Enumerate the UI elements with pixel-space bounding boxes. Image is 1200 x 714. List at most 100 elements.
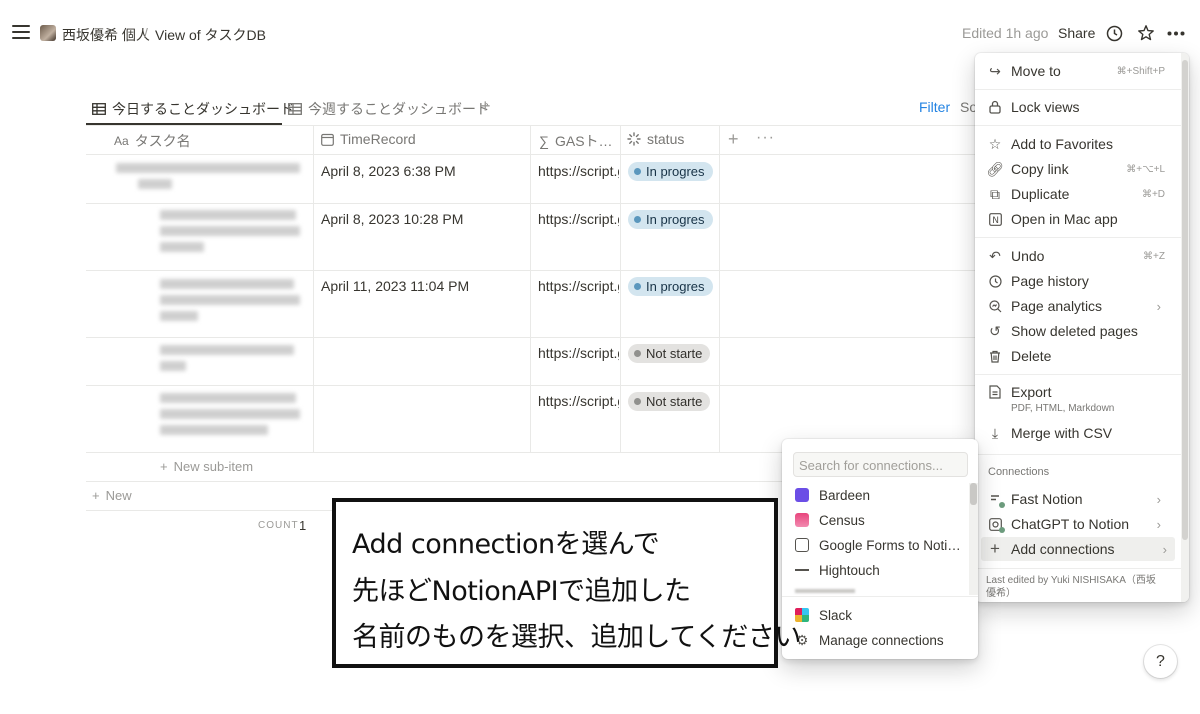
redacted-task-name [116,163,300,189]
new-row-label: New [105,488,132,503]
menu-item-label: Merge with CSV [1011,425,1113,441]
sidebar-toggle-icon[interactable] [12,25,30,39]
column-header-label: GASト… [554,133,613,149]
tab-week-dashboard[interactable]: 今週することダッシュボード [288,99,490,119]
header-bottom-border [86,154,976,155]
menu-item-fast-notion[interactable]: Fast Notion › [975,487,1175,511]
table-view-icon [288,103,302,115]
menu-item-copy-link[interactable]: 🔗︎ Copy link ⌘+⌥+L [975,157,1175,181]
menu-item-label: Add connections [1011,541,1115,557]
plus-icon: + [92,488,100,503]
column-header-label: TimeRecord [340,131,416,147]
connections-scrollbar-thumb[interactable] [970,483,977,505]
new-row-button[interactable]: + New [92,488,132,503]
gas-url-cell[interactable]: https://script.g [538,278,619,294]
connection-item-google-forms[interactable]: Google Forms to Noti… [782,534,961,556]
chevron-right-icon: › [1156,491,1161,507]
search-placeholder: Search for connections... [799,458,943,473]
menu-item-label: ChatGPT to Notion [1011,516,1130,532]
connections-search-input[interactable]: Search for connections... [793,452,968,477]
tab-label: 今日することダッシュボード [112,101,294,117]
breadcrumb-workspace[interactable]: 西坂優希 個人 [62,25,150,45]
time-record-cell[interactable]: April 11, 2023 11:04 PM [321,278,469,294]
menu-item-page-analytics[interactable]: Page analytics › [975,294,1175,318]
filter-button[interactable]: Filter [919,99,950,115]
last-edited-line: 優希） [986,588,1016,599]
connection-item-hightouch[interactable]: Hightouch [782,559,880,581]
status-badge[interactable]: Not starte [628,344,711,363]
shortcut-label: ⌘+⌥+L [1126,163,1165,175]
status-dot [634,283,641,290]
menu-item-export[interactable]: Export [975,380,1175,404]
bardeen-logo-icon [795,488,809,502]
new-sub-item-button[interactable]: + New sub-item [160,459,253,474]
status-badge[interactable]: In progres [628,210,713,229]
column-header-gas[interactable]: ∑ GASト… [539,131,613,151]
menu-item-delete[interactable]: Delete [975,344,1175,368]
gas-url-cell[interactable]: https://script.g [538,163,619,179]
column-divider [620,125,621,453]
row-divider [86,337,976,338]
gas-url-cell[interactable]: https://script.g [538,211,619,227]
census-logo-icon [795,513,809,527]
menu-divider [975,89,1181,90]
gas-url-cell[interactable]: https://script.g [538,345,619,361]
menu-item-duplicate[interactable]: ⧉ Duplicate ⌘+D [975,182,1175,206]
menu-item-move-to[interactable]: ↪ Move to ⌘+Shift+P [975,59,1175,83]
popup-divider [782,596,978,597]
last-edited-line: Last edited by Yuki NISHISAKA（西坂 [986,575,1156,586]
more-columns-icon[interactable]: ··· [756,129,775,147]
tab-today-dashboard[interactable]: 今日することダッシュボード [92,99,294,119]
column-header-status[interactable]: status [627,131,684,147]
export-file-icon [987,384,1003,400]
history-clock-icon[interactable] [1106,25,1123,42]
partially-hidden-item [795,589,855,593]
gas-url-cell[interactable]: https://script.g [538,393,619,409]
menu-item-open-mac-app[interactable]: N Open in Mac app [975,207,1175,231]
connection-item-census[interactable]: Census [782,509,865,531]
menu-item-chatgpt-to-notion[interactable]: ChatGPT to Notion › [975,512,1175,536]
chevron-right-icon: › [1162,541,1167,557]
menu-item-add-favorites[interactable]: ☆ Add to Favorites [975,132,1175,156]
shortcut-label: ⌘+Z [1143,250,1165,262]
menu-item-undo[interactable]: ↶ Undo ⌘+Z [975,244,1175,268]
share-button[interactable]: Share [1058,25,1095,41]
favorite-star-icon[interactable] [1137,24,1155,42]
menu-item-page-history[interactable]: Page history [975,269,1175,293]
text-property-icon: Aa [114,134,129,148]
time-record-cell[interactable]: April 8, 2023 6:38 PM [321,163,456,179]
breadcrumb-separator: / [144,25,148,41]
manage-connections-button[interactable]: ⚙ Manage connections [782,629,944,651]
menu-item-label: Duplicate [1011,186,1070,202]
menu-divider [975,374,1181,375]
plus-icon: + [990,539,1000,558]
help-button[interactable]: ? [1144,645,1177,678]
status-label: Not starte [646,346,703,361]
time-record-cell[interactable]: April 8, 2023 10:28 PM [321,211,463,227]
column-divider [719,125,720,453]
instruction-annotation-box: Add connectionを選んで 先ほどNotionAPIで追加した 名前の… [332,498,801,668]
status-badge[interactable]: Not starte [628,392,711,411]
more-options-icon[interactable] [1167,31,1185,36]
lock-icon [987,99,1003,115]
menu-item-show-deleted[interactable]: ↺ Show deleted pages [975,319,1175,343]
connection-item-bardeen[interactable]: Bardeen [782,484,870,506]
status-dot [634,168,641,175]
menu-item-lock-views[interactable]: Lock views [975,95,1175,119]
status-badge[interactable]: In progres [628,162,713,181]
status-label: In progres [646,212,705,227]
status-badge[interactable]: In progres [628,277,713,296]
row-divider [86,270,976,271]
menu-scrollbar-thumb[interactable] [1182,60,1188,540]
menu-item-merge-csv[interactable]: ⤓ Merge with CSV [975,421,1175,445]
restore-icon: ↺ [989,322,1001,339]
status-loader-icon [627,132,641,146]
breadcrumb-page[interactable]: View of タスクDB [155,25,266,45]
page-actions-menu-items: ↪ Move to ⌘+Shift+P Lock views ☆ Add to Fav… [975,53,1181,602]
column-header-time[interactable]: TimeRecord [321,131,416,147]
column-header-name[interactable]: Aa タスク名 [114,131,191,151]
menu-item-label: Fast Notion [1011,491,1083,507]
add-view-icon[interactable]: + [480,96,491,117]
menu-item-add-connections[interactable]: + Add connections › [981,537,1175,561]
add-property-icon[interactable]: + [728,129,739,150]
